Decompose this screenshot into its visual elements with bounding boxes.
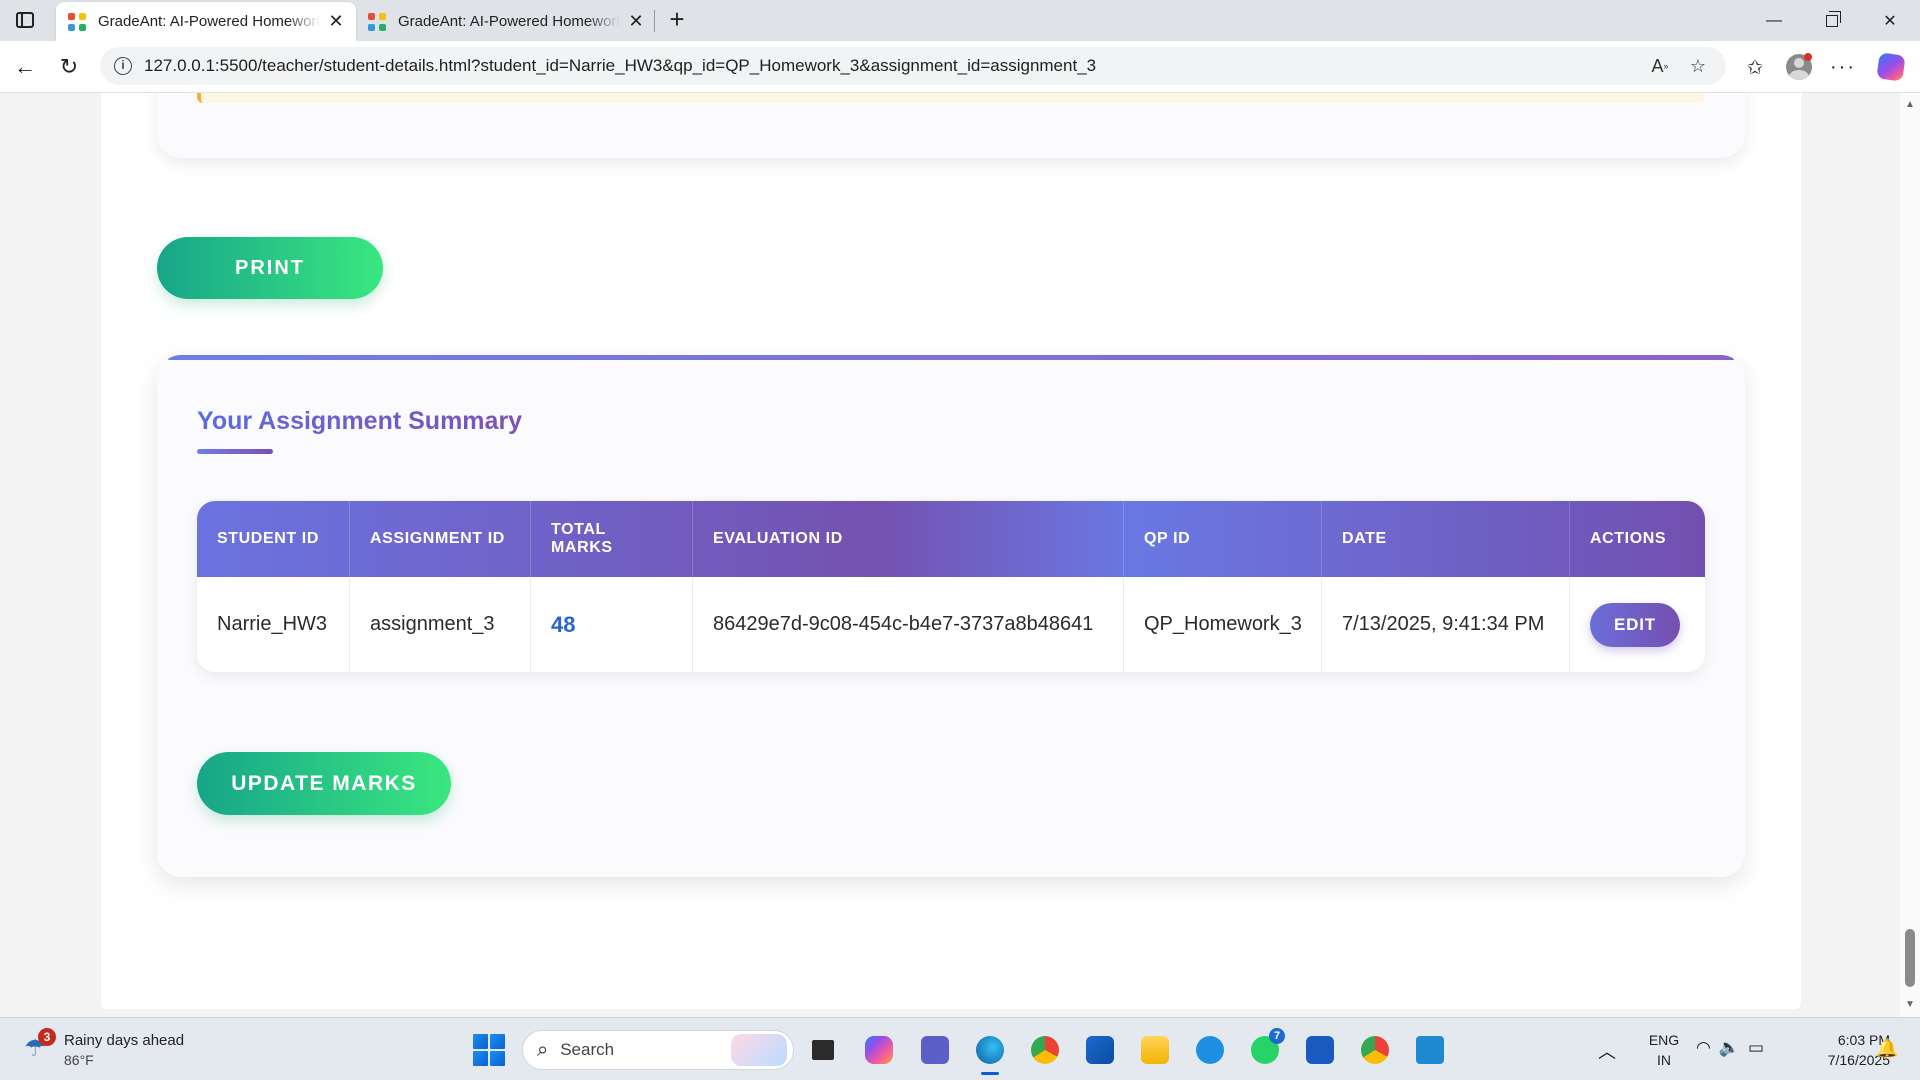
col-date: DATE	[1322, 501, 1570, 577]
assignment-summary-card: Your Assignment Summary STUDENT ID ASSIG…	[157, 355, 1745, 877]
chevron-up-icon[interactable]: ︿	[1598, 1038, 1616, 1064]
word-icon[interactable]	[1302, 1032, 1338, 1068]
search-highlight-image	[731, 1034, 787, 1066]
page-content: PRINT Your Assignment Summary STUDENT ID…	[101, 93, 1801, 1009]
read-aloud-icon[interactable]: A»	[1646, 52, 1674, 80]
new-tab-button[interactable]: +	[662, 5, 692, 35]
chrome-profile-icon[interactable]	[1357, 1032, 1393, 1068]
site-info-icon[interactable]: i	[114, 57, 132, 75]
favorite-star-icon[interactable]: ☆	[1684, 52, 1712, 80]
whatsapp-icon[interactable]: 7	[1247, 1028, 1285, 1068]
chrome-icon[interactable]	[1027, 1032, 1063, 1068]
vscode-icon[interactable]	[1412, 1032, 1448, 1068]
total-marks-cell: 48	[531, 577, 693, 672]
table-row: Narrie_HW3 assignment_3 48 86429e7d-9c08…	[197, 577, 1705, 672]
warning-note	[197, 93, 1705, 103]
date-cell: 7/13/2025, 9:41:34 PM	[1322, 577, 1570, 672]
store-icon[interactable]	[1082, 1032, 1118, 1068]
lang-primary: ENG	[1648, 1032, 1680, 1048]
close-tab-icon[interactable]: ✕	[326, 11, 346, 32]
whatsapp-badge: 7	[1269, 1028, 1285, 1044]
address-bar[interactable]: i 127.0.0.1:5500/teacher/student-details…	[100, 47, 1726, 85]
total-marks-value: 48	[551, 611, 576, 637]
battery-icon[interactable]: ▭	[1748, 1038, 1772, 1057]
weather-badge: 3	[38, 1028, 56, 1046]
summary-table: STUDENT ID ASSIGNMENT ID TOTAL MARKS EVA…	[197, 501, 1705, 672]
tab-title: GradeAnt: AI-Powered Homework	[398, 13, 620, 30]
student-id-cell: Narrie_HW3	[197, 577, 350, 672]
lang-region: IN	[1657, 1052, 1671, 1068]
scroll-down-icon[interactable]: ▼	[1904, 999, 1916, 1011]
feedback-card	[157, 93, 1745, 158]
wifi-icon[interactable]: ◠	[1696, 1038, 1719, 1057]
evaluation-id-cell: 86429e7d-9c08-454c-b4e7-3737a8b48641	[693, 577, 1124, 672]
summary-title: Your Assignment Summary	[197, 407, 523, 435]
restore-button[interactable]	[1804, 0, 1860, 41]
clock-time: 6:03 PM	[1837, 1032, 1890, 1048]
profile-button[interactable]	[1782, 51, 1816, 83]
volume-icon[interactable]: 🔈	[1719, 1038, 1748, 1057]
title-underline	[197, 449, 273, 454]
help-icon[interactable]	[1192, 1032, 1228, 1068]
copilot-icon[interactable]	[1874, 51, 1908, 83]
close-window-button[interactable]: ✕	[1862, 0, 1918, 41]
edge-icon[interactable]	[972, 1032, 1008, 1075]
taskbar-search[interactable]: ⌕ Search	[522, 1030, 794, 1070]
qp-id-cell: QP_Homework_3	[1124, 577, 1322, 672]
assignment-id-cell: assignment_3	[350, 577, 531, 672]
col-total-marks: TOTAL MARKS	[531, 501, 693, 577]
weather-title: Rainy days ahead	[64, 1032, 185, 1049]
col-student-id: STUDENT ID	[197, 501, 350, 577]
tab-separator	[654, 10, 655, 32]
file-explorer-icon[interactable]	[1137, 1032, 1173, 1068]
tab-title: GradeAnt: AI-Powered Homework	[98, 13, 320, 30]
search-icon: ⌕	[537, 1038, 549, 1061]
minimize-button[interactable]: —	[1746, 0, 1802, 41]
windows-taskbar: ☂ 3 Rainy days ahead 86°F ⌕ Search 7 ︿ E…	[0, 1017, 1920, 1080]
browser-tab-bar: GradeAnt: AI-Powered Homework ✕ GradeAnt…	[0, 0, 1920, 41]
clock[interactable]: 6:03 PM 7/16/2025	[1790, 1030, 1890, 1070]
tab-gradeant-inactive[interactable]: GradeAnt: AI-Powered Homework ✕	[356, 2, 656, 41]
gradeant-favicon-icon	[368, 12, 386, 31]
more-menu-icon[interactable]: ···	[1826, 51, 1860, 83]
language-indicator[interactable]: ENG IN	[1644, 1030, 1684, 1070]
close-tab-icon[interactable]: ✕	[626, 11, 646, 32]
browser-toolbar: ← ↻ i 127.0.0.1:5500/teacher/student-det…	[0, 41, 1920, 93]
back-button[interactable]: ←	[8, 50, 42, 84]
task-view-icon[interactable]	[805, 1032, 841, 1068]
notification-bell-icon[interactable]: 🔔	[1876, 1038, 1898, 1059]
col-assignment-id: ASSIGNMENT ID	[350, 501, 531, 577]
scrollbar-thumb[interactable]	[1905, 929, 1915, 987]
weather-widget[interactable]: ☂ 3 Rainy days ahead 86°F	[24, 1028, 224, 1072]
search-placeholder: Search	[560, 1040, 615, 1059]
col-evaluation-id: EVALUATION ID	[693, 501, 1124, 577]
copilot-app-icon[interactable]	[861, 1032, 897, 1068]
sidebar-toggle-icon[interactable]	[10, 6, 40, 34]
col-qp-id: QP ID	[1124, 501, 1322, 577]
card-accent-bar	[167, 355, 1735, 360]
actions-cell: EDIT	[1570, 577, 1705, 672]
page-viewport: PRINT Your Assignment Summary STUDENT ID…	[0, 93, 1900, 1017]
reload-button[interactable]: ↻	[52, 50, 86, 84]
print-button[interactable]: PRINT	[157, 237, 383, 299]
teams-icon[interactable]	[917, 1032, 953, 1068]
gradeant-favicon-icon	[68, 12, 86, 31]
weather-temp: 86°F	[64, 1052, 94, 1068]
favorites-icon[interactable]: ✩	[1738, 51, 1772, 83]
table-header-row: STUDENT ID ASSIGNMENT ID TOTAL MARKS EVA…	[197, 501, 1705, 577]
page-scrollbar[interactable]: ▲ ▼	[1900, 93, 1920, 1017]
col-actions: ACTIONS	[1590, 530, 1667, 547]
edit-button[interactable]: EDIT	[1590, 602, 1680, 647]
update-marks-button[interactable]: UPDATE MARKS	[197, 752, 451, 815]
url-text[interactable]: 127.0.0.1:5500/teacher/student-details.h…	[144, 56, 1636, 76]
system-tray-icons[interactable]: ◠🔈▭	[1696, 1038, 1772, 1058]
scroll-up-icon[interactable]: ▲	[1904, 99, 1916, 111]
start-button[interactable]	[473, 1034, 505, 1066]
clock-date: 7/16/2025	[1827, 1052, 1890, 1068]
tab-gradeant-active[interactable]: GradeAnt: AI-Powered Homework ✕	[56, 2, 356, 41]
